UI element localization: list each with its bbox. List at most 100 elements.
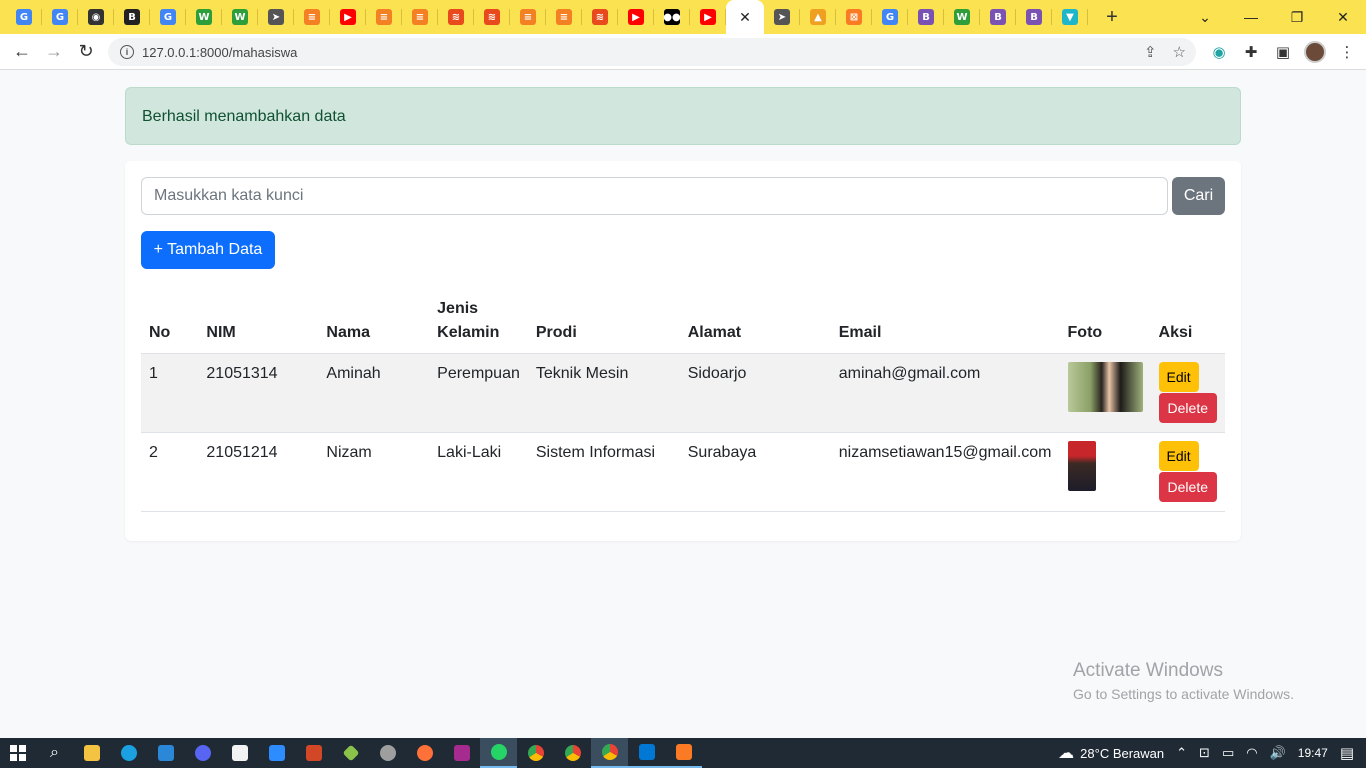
chrome-icon[interactable] (554, 738, 591, 768)
browser-tab[interactable]: B (114, 0, 150, 34)
stack-icon: ≡ (520, 9, 536, 25)
browser-tab[interactable]: ≋ (582, 0, 618, 34)
medium-icon: ●● (663, 9, 681, 25)
browser-tab[interactable]: ≡ (294, 0, 330, 34)
firefox-icon[interactable] (406, 738, 443, 768)
discord-icon[interactable] (184, 738, 221, 768)
mail-icon[interactable] (147, 738, 184, 768)
browser-tab[interactable]: ▼ (1052, 0, 1088, 34)
bootstrap-icon: B (918, 9, 934, 25)
share-icon[interactable]: ⇪ (1144, 43, 1157, 61)
browser-tab[interactable]: B (908, 0, 944, 34)
browser-tab[interactable]: ≋ (438, 0, 474, 34)
browser-tab[interactable]: ⊠ (836, 0, 872, 34)
extensions-puzzle-icon[interactable]: ✚ (1240, 37, 1262, 67)
browser-tab[interactable]: B (1016, 0, 1052, 34)
browser-tab[interactable]: G (42, 0, 78, 34)
minimize-button[interactable]: — (1228, 0, 1274, 34)
cell-foto (1059, 353, 1151, 433)
browser-tab[interactable]: G (6, 0, 42, 34)
browser-tab[interactable]: B (980, 0, 1016, 34)
winrar-icon[interactable] (443, 738, 480, 768)
search-button[interactable]: Cari (1172, 177, 1225, 215)
student-photo (1067, 441, 1096, 491)
stack-icon: ≡ (304, 9, 320, 25)
side-panel-icon[interactable]: ▣ (1272, 37, 1294, 67)
powerpoint-icon[interactable] (295, 738, 332, 768)
edit-button[interactable]: Edit (1158, 362, 1199, 392)
browser-tab[interactable]: ➤ (764, 0, 800, 34)
profile-avatar[interactable] (1304, 41, 1326, 63)
url-text: 127.0.0.1:8000/mahasiswa (142, 44, 298, 60)
menu-kebab-icon[interactable]: ⋮ (1336, 37, 1358, 67)
reload-button[interactable]: ↻ (70, 36, 102, 68)
window-close-button[interactable]: ✕ (1320, 0, 1366, 34)
wifi-icon: ≋ (484, 9, 500, 25)
zoom-icon[interactable] (258, 738, 295, 768)
browser-tab[interactable]: G (150, 0, 186, 34)
edge-icon[interactable] (110, 738, 147, 768)
bookmark-star-icon[interactable]: ☆ (1173, 43, 1186, 61)
student-table: No NIM Nama Jenis Kelamin Prodi Alamat E… (141, 289, 1225, 512)
chrome-active-icon[interactable] (591, 738, 628, 768)
app-icon[interactable] (369, 738, 406, 768)
clock-time[interactable]: 19:47 (1298, 746, 1328, 760)
address-bar[interactable]: i 127.0.0.1:8000/mahasiswa ⇪ ☆ (108, 38, 1196, 66)
xampp-icon[interactable] (665, 738, 702, 768)
browser-tab[interactable]: ▶ (330, 0, 366, 34)
site-info-icon[interactable]: i (120, 45, 134, 59)
browser-tab[interactable]: ▶ (690, 0, 726, 34)
camera-icon[interactable]: ⊡ (1199, 745, 1210, 761)
browser-tab[interactable]: ◉ (78, 0, 114, 34)
search-input[interactable] (141, 177, 1168, 215)
edit-button[interactable]: Edit (1158, 441, 1199, 471)
browser-tab[interactable]: G (872, 0, 908, 34)
header-foto: Foto (1059, 289, 1151, 354)
weather-text[interactable]: 28°C Berawan (1080, 746, 1164, 761)
volume-icon[interactable]: 🔊 (1270, 745, 1286, 761)
browser-tab[interactable]: ≋ (474, 0, 510, 34)
store-icon[interactable] (221, 738, 258, 768)
browser-tab[interactable]: ≡ (366, 0, 402, 34)
tab-search-icon[interactable]: ⌄ (1182, 0, 1228, 34)
browser-tab[interactable]: ➤ (258, 0, 294, 34)
browser-tab[interactable]: ≡ (510, 0, 546, 34)
tab-separator (1087, 9, 1088, 25)
browser-tab[interactable]: ≡ (402, 0, 438, 34)
vscode-icon[interactable] (628, 738, 665, 768)
youtube-icon: ▶ (340, 9, 356, 25)
new-tab-button[interactable]: + (1094, 0, 1130, 34)
browser-tab[interactable]: ✕ (726, 0, 764, 34)
chrome-icon[interactable] (517, 738, 554, 768)
stack-icon: ≡ (376, 9, 392, 25)
windows-start-icon[interactable] (0, 738, 36, 768)
browser-tab[interactable]: ≡ (546, 0, 582, 34)
search-icon[interactable]: ⌕ (36, 738, 73, 768)
header-aksi: Aksi (1150, 289, 1225, 354)
browser-tab[interactable]: W (222, 0, 258, 34)
browser-tab[interactable]: W (186, 0, 222, 34)
maximize-button[interactable]: ❐ (1274, 0, 1320, 34)
back-button[interactable]: ← (6, 36, 38, 68)
notification-icon[interactable]: ▤ (1340, 744, 1354, 762)
chevron-up-icon[interactable]: ⌃ (1176, 745, 1187, 761)
browser-tab[interactable]: W (944, 0, 980, 34)
battery-icon[interactable]: ▭ (1222, 745, 1234, 761)
wifi-icon[interactable]: ◠ (1246, 745, 1257, 761)
delete-button[interactable]: Delete (1158, 472, 1217, 502)
browser-tab[interactable]: ▲ (800, 0, 836, 34)
extension-circle-icon[interactable]: ◉ (1208, 37, 1230, 67)
file-explorer-icon[interactable] (73, 738, 110, 768)
browser-tab[interactable]: ●● (654, 0, 690, 34)
git-icon[interactable] (332, 738, 369, 768)
whatsapp-icon[interactable] (480, 738, 517, 768)
watermark-subtitle: Go to Settings to activate Windows. (1073, 686, 1294, 702)
forward-button[interactable]: → (38, 36, 70, 68)
cell-aksi: Edit Delete (1150, 353, 1225, 433)
close-icon[interactable]: ✕ (739, 9, 751, 26)
delete-button[interactable]: Delete (1158, 393, 1217, 423)
bootstrap-icon: B (124, 9, 140, 25)
browser-tab[interactable]: ▶ (618, 0, 654, 34)
w-icon: W (196, 9, 212, 25)
add-data-button[interactable]: + Tambah Data (141, 231, 275, 269)
